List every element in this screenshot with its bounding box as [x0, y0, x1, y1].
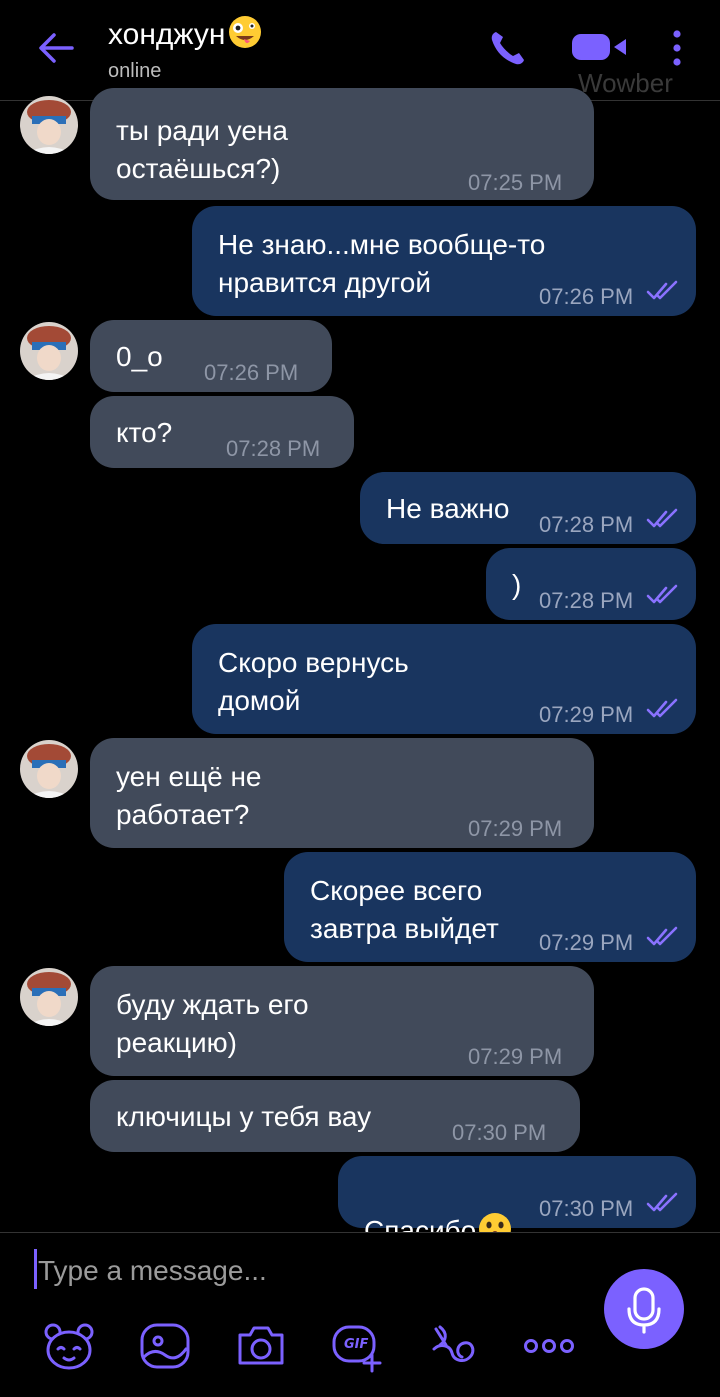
emoticon-icon[interactable] — [426, 1319, 480, 1373]
message-input[interactable]: Type a message... — [38, 1255, 267, 1287]
message-bubble-outgoing[interactable]: Скорее всего завтра выйдет 07:29 PM — [284, 852, 696, 962]
message-time: 07:29 PM — [539, 702, 634, 727]
gif-button[interactable]: GIF — [330, 1319, 384, 1373]
contact-name-text: хонджун — [108, 18, 226, 51]
message-time: 07:30 PM — [539, 1196, 634, 1221]
message-text: ключицы у тебя вау — [116, 1101, 372, 1132]
contact-avatar[interactable] — [20, 740, 78, 798]
contact-avatar[interactable] — [20, 322, 78, 380]
chat-header: хонджун online Wowber — [0, 0, 720, 101]
message-text: 0_o — [116, 341, 163, 372]
message-time: 07:29 PM — [468, 1044, 563, 1069]
text-caret — [34, 1249, 37, 1289]
more-options-icon[interactable] — [668, 28, 686, 68]
avatar-image — [20, 968, 78, 1026]
message-bubble-outgoing[interactable]: Не знаю...мне вообще-то нравится другой … — [192, 206, 696, 316]
avatar-image — [20, 740, 78, 798]
message-text: кто? — [116, 417, 173, 448]
message-text: уен ещё не работает? — [116, 761, 262, 830]
message-bubble-outgoing[interactable]: Не важно 07:28 PM — [360, 472, 696, 544]
read-receipt-icon — [646, 1192, 678, 1212]
read-receipt-icon — [646, 280, 678, 300]
message-bubble-outgoing[interactable]: Спасибо 07:30 PM — [338, 1156, 696, 1246]
message-time: 07:28 PM — [539, 512, 634, 537]
message-text: ) — [512, 569, 522, 600]
message-text: Скоро вернусь домой — [218, 647, 409, 716]
read-receipt-icon — [646, 508, 678, 528]
message-composer: Type a message... GIF — [0, 1232, 720, 1397]
camera-icon[interactable] — [234, 1319, 288, 1373]
doodle-icon[interactable] — [138, 1319, 192, 1373]
gif-label: GIF — [344, 1337, 369, 1352]
contact-name[interactable]: хонджун — [108, 14, 263, 52]
microphone-icon — [627, 1287, 661, 1334]
message-time: 07:25 PM — [468, 170, 563, 195]
sticker-icon[interactable] — [42, 1319, 96, 1373]
video-call-icon[interactable] — [570, 30, 628, 64]
back-arrow-icon[interactable] — [36, 30, 76, 66]
message-text: ты ради уена остаёшься?) — [116, 115, 288, 184]
message-bubble-outgoing[interactable]: ) 07:28 PM — [486, 548, 696, 620]
message-bubble-incoming[interactable]: ты ради уена остаёшься?) 07:25 PM — [90, 88, 594, 200]
message-time: 07:28 PM — [539, 588, 634, 613]
message-text: Скорее всего завтра выйдет — [310, 875, 499, 944]
message-text: Не знаю...мне вообще-то нравится другой — [218, 229, 546, 298]
message-time: 07:29 PM — [468, 816, 563, 841]
message-bubble-incoming[interactable]: ключицы у тебя вау 07:30 PM — [90, 1080, 580, 1152]
voice-message-button[interactable] — [604, 1269, 684, 1349]
more-options-icon[interactable] — [522, 1319, 576, 1373]
contact-avatar[interactable] — [20, 96, 78, 154]
message-time: 07:28 PM — [226, 436, 321, 461]
message-bubble-incoming[interactable]: кто? 07:28 PM — [90, 396, 354, 468]
contact-avatar[interactable] — [20, 968, 78, 1026]
message-bubble-incoming[interactable]: 0_o 07:26 PM — [90, 320, 332, 392]
phone-call-icon[interactable] — [488, 28, 528, 68]
message-time: 07:26 PM — [204, 360, 299, 385]
message-time: 07:29 PM — [539, 930, 634, 955]
zany-face-icon — [229, 16, 262, 48]
message-bubble-incoming[interactable]: буду ждать его реакцию) 07:29 PM — [90, 966, 594, 1076]
read-receipt-icon — [646, 584, 678, 604]
avatar-image — [20, 96, 78, 154]
avatar-image — [20, 322, 78, 380]
message-bubble-outgoing[interactable]: Скоро вернусь домой 07:29 PM — [192, 624, 696, 734]
read-receipt-icon — [646, 698, 678, 718]
message-text: буду ждать его реакцию) — [116, 989, 309, 1058]
presence-status: online — [108, 60, 162, 82]
message-time: 07:30 PM — [452, 1120, 547, 1145]
read-receipt-icon — [646, 926, 678, 946]
message-bubble-incoming[interactable]: уен ещё не работает? 07:29 PM — [90, 738, 594, 848]
watermark: Wowber — [578, 68, 673, 98]
message-time: 07:26 PM — [539, 284, 634, 309]
message-text: Не важно — [386, 493, 510, 524]
